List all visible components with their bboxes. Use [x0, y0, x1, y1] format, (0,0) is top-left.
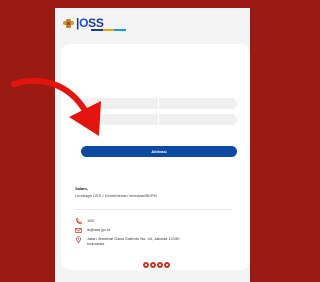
signature-text: Lembaga OSS • Kementerian Investasi/BKPM [75, 193, 157, 198]
location-pin-icon [75, 236, 82, 243]
info-field-1[interactable] [81, 98, 237, 109]
address-text: Jalan Jenderal Gatot Subroto No. 44, Jak… [87, 236, 180, 246]
email-link[interactable]: ik@oss.go.id [87, 227, 110, 232]
logo-underline [91, 29, 127, 31]
garuda-emblem-icon [63, 18, 74, 29]
info-field-2[interactable] [81, 114, 237, 125]
activate-button[interactable]: Aktivasi [81, 146, 237, 157]
social-links [143, 262, 170, 268]
instagram-icon[interactable] [143, 262, 149, 268]
footer-divider [75, 209, 232, 210]
oss-logo: |OSS [63, 16, 104, 30]
contact-phone: 155 [75, 218, 94, 225]
logo-text: |OSS [76, 16, 104, 30]
twitter-icon[interactable] [157, 262, 163, 268]
contact-address: Jalan Jenderal Gatot Subroto No. 44, Jak… [75, 236, 180, 246]
mail-icon [75, 227, 82, 234]
facebook-icon[interactable] [150, 262, 156, 268]
phone-number[interactable]: 155 [87, 218, 94, 223]
field-divider [158, 98, 159, 126]
greeting-text: Salam, [75, 186, 88, 191]
contact-email: ik@oss.go.id [75, 227, 110, 234]
youtube-icon[interactable] [164, 262, 170, 268]
phone-icon [75, 218, 82, 225]
